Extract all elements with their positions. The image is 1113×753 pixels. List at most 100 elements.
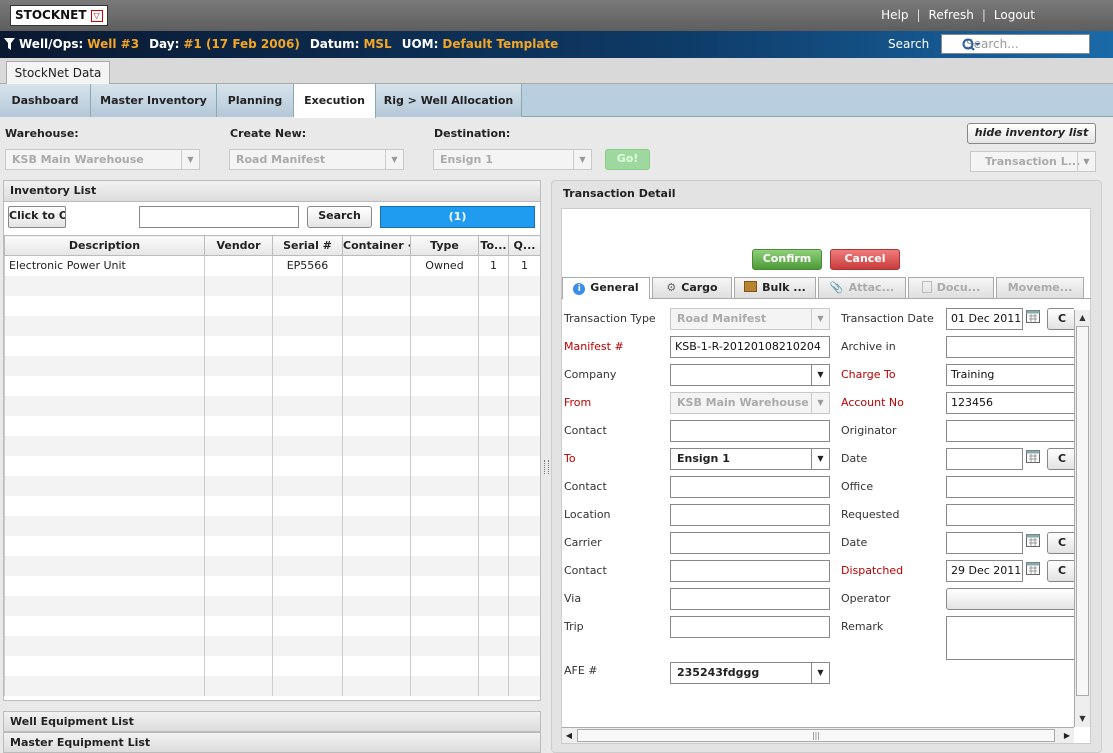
field-charge-to-input[interactable]: Training [946, 364, 1074, 386]
afe-select[interactable]: 235243fdggg ▼ [670, 662, 830, 684]
field-date-date-input[interactable] [946, 448, 1023, 470]
field-contact-input[interactable] [670, 560, 830, 582]
field-date-date-input[interactable] [946, 532, 1023, 554]
search-input[interactable]: Search... [941, 34, 1090, 54]
tab-cargo[interactable]: ⚙ Cargo [652, 277, 732, 298]
field-company-select[interactable]: ▼ [670, 364, 830, 386]
time-button[interactable]: C [1047, 448, 1074, 470]
tab-movements[interactable]: Moveme... [996, 277, 1084, 298]
field-transaction-date-date-input[interactable]: 01 Dec 2011 [946, 308, 1023, 330]
field-manifest-input[interactable]: KSB-1-R-20120108210204 [670, 336, 830, 358]
nav-rig-well-allocation[interactable]: Rig > Well Allocation [376, 84, 522, 117]
table-row [4, 275, 540, 296]
scroll-left-icon[interactable]: ◀ [562, 728, 576, 743]
scroll-right-icon[interactable]: ▶ [1060, 728, 1074, 743]
table-row[interactable]: Electronic Power Unit EP5566 Owned 1 1 [4, 255, 540, 276]
create-new-select[interactable]: Road Manifest ▼ [229, 149, 404, 170]
field-label-location: Location [564, 508, 611, 521]
tab-attachments[interactable]: 📎 Attac... [818, 277, 906, 298]
vertical-scrollbar[interactable]: ▲ ▼ [1074, 310, 1090, 727]
uom-value[interactable]: Default Template [442, 37, 558, 51]
app-logo[interactable]: STOCKNET ▽ [10, 5, 108, 26]
calendar-icon[interactable] [1024, 534, 1042, 552]
click-to-open-button[interactable]: Click to O [8, 206, 66, 228]
field-contact-input[interactable] [670, 476, 830, 498]
table-cell [272, 515, 343, 536]
field-transaction-type-select[interactable]: Road Manifest ▼ [670, 308, 830, 330]
cancel-button[interactable]: Cancel [830, 249, 900, 270]
field-account-no-input[interactable]: 123456 [946, 392, 1074, 414]
refresh-link[interactable]: Refresh [929, 8, 974, 22]
splitter-handle[interactable] [544, 460, 549, 474]
logo-dropdown-icon[interactable]: ▽ [90, 9, 103, 22]
logout-link[interactable]: Logout [994, 8, 1035, 22]
scroll-up-icon[interactable]: ▲ [1075, 310, 1090, 326]
tab-stocknet-data[interactable]: StockNet Data [6, 61, 110, 85]
nav-master-inventory[interactable]: Master Inventory [91, 84, 217, 117]
chevron-down-icon[interactable]: ▼ [811, 393, 829, 413]
calendar-icon[interactable] [1024, 450, 1042, 468]
time-button[interactable]: C [1047, 532, 1074, 554]
well-equipment-list-header[interactable]: Well Equipment List [3, 711, 541, 732]
master-equipment-list-header[interactable]: Master Equipment List [3, 732, 541, 753]
horizontal-scrollbar[interactable]: ◀ ||| ▶ [562, 727, 1074, 743]
go-button[interactable]: Go! [605, 149, 650, 170]
chevron-down-icon[interactable]: ▼ [573, 150, 591, 169]
field-requested-input[interactable] [946, 504, 1074, 526]
day-value[interactable]: #1 (17 Feb 2006) [183, 37, 299, 51]
col-type[interactable]: Type [410, 235, 479, 256]
col-description[interactable]: Description [4, 235, 205, 256]
col-quantity[interactable]: Q... [508, 235, 540, 256]
field-from-select[interactable]: KSB Main Warehouse ▼ [670, 392, 830, 414]
nav-execution[interactable]: Execution [294, 84, 376, 118]
inventory-search-input[interactable] [139, 206, 299, 228]
field-to-select[interactable]: Ensign 1 ▼ [670, 448, 830, 470]
help-link[interactable]: Help [881, 8, 908, 22]
tab-general[interactable]: i General [562, 277, 650, 299]
col-total[interactable]: To... [478, 235, 509, 256]
confirm-button[interactable]: Confirm [752, 249, 822, 270]
chevron-down-icon[interactable]: ▼ [811, 309, 829, 329]
destination-select[interactable]: Ensign 1 ▼ [433, 149, 592, 170]
time-button[interactable]: C [1047, 308, 1074, 330]
warehouse-select[interactable]: KSB Main Warehouse ▼ [5, 149, 200, 170]
inventory-search-button[interactable]: Search [307, 206, 372, 228]
transaction-list-select[interactable]: Transaction L... ▼ [970, 151, 1096, 172]
field-via-input[interactable] [670, 588, 830, 610]
filter-icon[interactable] [4, 38, 15, 50]
tab-bulk[interactable]: Bulk ... [734, 277, 816, 298]
nav-dashboard[interactable]: Dashboard [0, 84, 91, 117]
nav-planning[interactable]: Planning [217, 84, 294, 117]
chevron-down-icon[interactable]: ▼ [811, 365, 829, 385]
chevron-down-icon[interactable]: ▼ [1077, 152, 1095, 171]
chevron-down-icon[interactable]: ▼ [385, 150, 403, 169]
time-button[interactable]: C [1047, 560, 1074, 582]
calendar-icon[interactable] [1024, 310, 1042, 328]
field-operator-button[interactable] [946, 588, 1074, 610]
field-remark-textarea[interactable] [946, 616, 1074, 660]
tab-documents[interactable]: Docu... [908, 277, 994, 298]
field-office-input[interactable] [946, 476, 1074, 498]
chevron-down-icon[interactable]: ▼ [181, 150, 199, 169]
field-archive-in-input[interactable] [946, 336, 1074, 358]
field-trip-input[interactable] [670, 616, 830, 638]
col-serial[interactable]: Serial # [272, 235, 343, 256]
h-scroll-thumb[interactable]: ||| [577, 729, 1055, 742]
well-value[interactable]: Well #3 [87, 37, 139, 51]
col-vendor[interactable]: Vendor [204, 235, 273, 256]
field-dispatched-date-input[interactable]: 29 Dec 2011 [946, 560, 1023, 582]
field-contact-input[interactable] [670, 420, 830, 442]
field-carrier-input[interactable] [670, 532, 830, 554]
scroll-down-icon[interactable]: ▼ [1075, 711, 1090, 727]
field-originator-input[interactable] [946, 420, 1074, 442]
col-container[interactable]: Container · [342, 235, 411, 256]
calendar-icon[interactable] [1024, 562, 1042, 580]
table-cell [410, 635, 479, 656]
table-cell [410, 575, 479, 596]
field-location-input[interactable] [670, 504, 830, 526]
hide-inventory-button[interactable]: hide inventory list [967, 123, 1096, 144]
scroll-thumb[interactable] [1076, 326, 1089, 696]
chevron-down-icon[interactable]: ▼ [811, 663, 829, 683]
datum-value[interactable]: MSL [363, 37, 391, 51]
chevron-down-icon[interactable]: ▼ [811, 449, 829, 469]
